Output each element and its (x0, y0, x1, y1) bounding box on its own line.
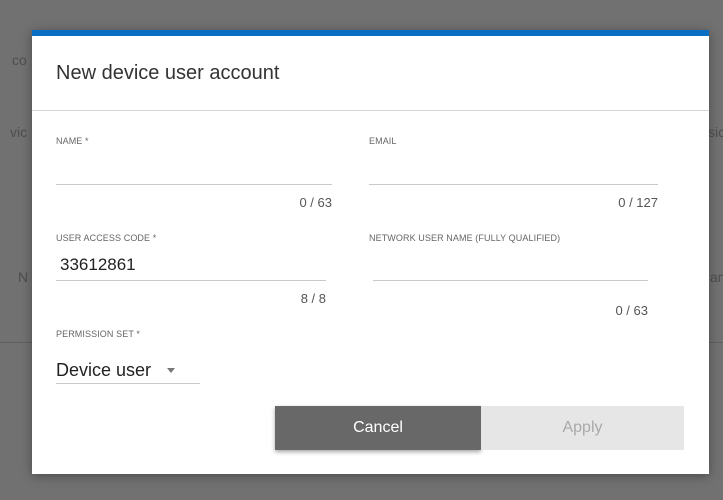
background-divider (0, 342, 32, 343)
permission-set-value: Device user (56, 359, 152, 380)
new-device-user-dialog: New device user account NAME * 0 / 63 EM… (32, 30, 709, 474)
background-divider (709, 342, 723, 343)
permission-set-underline (56, 383, 200, 384)
name-label: NAME * (56, 136, 89, 146)
network-user-name-label: NETWORK USER NAME (FULLY QUALIFIED) (369, 233, 561, 243)
dialog-title: New device user account (56, 62, 280, 84)
email-field[interactable] (369, 158, 658, 182)
email-underline (369, 184, 658, 185)
permission-set-label: PERMISSION SET * (56, 329, 140, 339)
apply-button[interactable]: Apply (481, 406, 684, 450)
dialog-accent-bar (32, 30, 709, 36)
chevron-down-icon (167, 367, 176, 373)
permission-set-select[interactable]: Device user (56, 356, 200, 384)
email-label: EMAIL (369, 136, 397, 146)
cancel-button[interactable]: Cancel (275, 406, 481, 450)
title-divider (32, 110, 709, 111)
user-access-code-label: USER ACCESS CODE * (56, 233, 157, 243)
email-counter: 0 / 127 (618, 195, 658, 210)
user-access-code-underline (56, 280, 326, 281)
name-underline (56, 184, 332, 185)
background-text-fragment: N (18, 269, 29, 285)
user-access-code-counter: 8 / 8 (300, 291, 326, 306)
background-text-fragment: vic (10, 124, 28, 140)
user-access-code-field[interactable] (60, 252, 330, 278)
network-user-name-underline (373, 280, 648, 281)
network-user-name-counter: 0 / 63 (615, 303, 648, 318)
background-text-fragment: co (12, 52, 27, 68)
background-text-fragment: sic (708, 124, 723, 140)
name-field[interactable] (56, 158, 332, 182)
name-counter: 0 / 63 (299, 195, 332, 210)
background-text-fragment: am (710, 269, 723, 285)
network-user-name-field[interactable] (373, 252, 648, 278)
